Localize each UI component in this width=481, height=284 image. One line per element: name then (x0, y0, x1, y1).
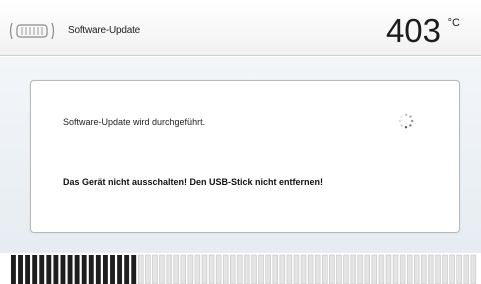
progress-segment (145, 254, 151, 284)
progress-segment (286, 254, 293, 284)
progress-segment (159, 254, 165, 284)
progress-segment (442, 254, 448, 284)
progress-segment (215, 254, 222, 284)
progress-segment (421, 254, 427, 284)
loading-spinner-icon (398, 113, 414, 129)
progress-segment (95, 255, 101, 284)
progress-segment (32, 255, 38, 284)
progress-segment (336, 254, 342, 284)
progress-segment (117, 255, 123, 284)
temperature-unit: °C (447, 17, 460, 29)
progress-segment (428, 254, 434, 284)
progress-segment (399, 254, 406, 284)
progress-segment (18, 255, 23, 284)
progress-segment (81, 255, 87, 284)
progress-segment (350, 254, 356, 284)
progress-segment (378, 254, 385, 284)
progress-bar (11, 254, 477, 284)
progress-segment (300, 254, 307, 284)
progress-segment (251, 254, 257, 284)
progress-segment (272, 254, 278, 284)
progress-segment (74, 255, 80, 284)
progress-segment (46, 255, 52, 284)
progress-segment (279, 254, 286, 284)
progress-segment (463, 254, 470, 284)
progress-segment (343, 254, 349, 284)
progress-segment (152, 254, 158, 284)
progress-segment (60, 255, 66, 284)
content-area: Software-Update wird durchgeführt. Das G… (0, 57, 481, 253)
progress-segment (322, 254, 328, 284)
progress-segment (11, 255, 16, 284)
progress-segment (435, 254, 441, 284)
progress-segment (371, 254, 378, 284)
progress-segment (201, 254, 208, 284)
progress-segment (230, 254, 236, 284)
progress-segment (364, 254, 370, 284)
progress-segment (293, 254, 300, 284)
progress-segment (258, 254, 264, 284)
progress-segment (39, 255, 45, 284)
progress-segment (138, 254, 144, 284)
progress-segment (414, 254, 420, 284)
warning-message: Das Gerät nicht ausschalten! Den USB-Sti… (63, 177, 324, 187)
progress-segment (449, 254, 455, 284)
progress-segment (88, 255, 94, 284)
progress-segment (456, 254, 462, 284)
update-status-message: Software-Update wird durchgeführt. (63, 117, 206, 127)
progress-segment (67, 255, 73, 284)
progress-segment (110, 255, 115, 284)
progress-segment (470, 254, 477, 284)
progress-segment (102, 255, 108, 284)
progress-segment (307, 254, 314, 284)
progress-segment (124, 255, 130, 284)
furnace-chamber-icon (9, 22, 55, 40)
progress-segment (180, 254, 187, 284)
progress-segment (53, 255, 59, 284)
progress-segment (329, 254, 335, 284)
progress-segment (244, 254, 250, 284)
progress-segment (208, 254, 215, 284)
temperature-readout: 403 (385, 12, 441, 49)
progress-segment (173, 254, 179, 284)
update-dialog: Software-Update wird durchgeführt. Das G… (30, 80, 460, 233)
progress-segment (187, 254, 194, 284)
progress-segment (392, 254, 399, 284)
progress-segment (131, 255, 137, 284)
progress-segment (166, 254, 172, 284)
progress-segment (385, 254, 392, 284)
progress-segment (406, 254, 413, 284)
page-title: Software-Update (68, 25, 141, 36)
progress-segment (194, 254, 201, 284)
progress-segment (314, 254, 321, 284)
header-bar: Software-Update 403 °C (0, 0, 481, 56)
progress-segment (265, 254, 271, 284)
progress-segment (357, 254, 363, 284)
progress-segment (25, 255, 31, 284)
progress-segment (222, 254, 229, 284)
progress-segment (237, 254, 243, 284)
